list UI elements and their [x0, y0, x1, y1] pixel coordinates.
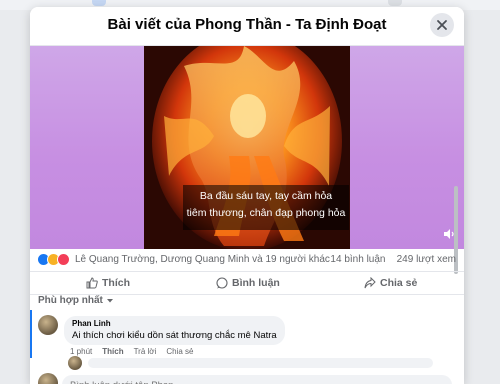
comment-icon: [216, 277, 228, 289]
reactors-text[interactable]: Lê Quang Trường, Dương Quang Minh và 19 …: [75, 254, 330, 265]
share-button[interactable]: Chia sẻ: [364, 274, 417, 292]
like-button[interactable]: Thích: [86, 274, 130, 292]
love-icon: [57, 253, 70, 266]
comment-label: Bình luận: [232, 277, 280, 289]
reply-bubble: [88, 358, 433, 368]
thread-highlight: [30, 310, 32, 358]
modal-title: Bài viết của Phong Thần - Ta Định Đoạt: [107, 16, 387, 33]
comment-share-link[interactable]: Chia sẻ: [166, 347, 193, 356]
comment-button[interactable]: Bình luận: [216, 274, 280, 292]
comments-count[interactable]: 14 bình luận: [330, 254, 385, 265]
subtitle-line: tiêm thương, chân đạp phong hỏa: [186, 207, 346, 219]
share-label: Chia sẻ: [380, 277, 418, 289]
share-icon: [364, 277, 376, 289]
thumbs-up-icon: [86, 277, 98, 289]
comment-time[interactable]: 1 phút: [70, 347, 92, 356]
comment-meta: 1 phút Thích Trả lời Chia sẻ: [70, 347, 193, 356]
sort-label: Phù hợp nhất: [38, 295, 103, 306]
views-count: 249 lượt xem: [396, 254, 456, 265]
subtitle-line: Ba đầu sáu tay, tay cầm hỏa: [199, 190, 333, 202]
video-subtitle: Ba đầu sáu tay, tay cầm hỏa tiêm thương,…: [183, 185, 349, 230]
sort-dropdown[interactable]: Phù hợp nhất: [38, 295, 114, 306]
like-label: Thích: [102, 277, 130, 289]
comment-author[interactable]: Phan Linh: [72, 319, 277, 328]
avatar: [38, 373, 58, 384]
comment-bubble: Phan Linh Ai thích chơi kiểu dồn sát thư…: [64, 316, 285, 345]
avatar[interactable]: [68, 356, 82, 370]
comment-text: Ai thích chơi kiểu dồn sát thương chắc m…: [72, 330, 277, 341]
video-player[interactable]: Ba đầu sáu tay, tay cầm hỏa tiêm thương,…: [30, 46, 464, 274]
modal-header: Bài viết của Phong Thần - Ta Định Đoạt: [30, 7, 464, 46]
comment-like-link[interactable]: Thích: [102, 347, 123, 356]
avatar[interactable]: [38, 315, 58, 335]
comment-input-row: [30, 373, 464, 384]
chevron-down-icon: [106, 298, 113, 302]
close-icon: [437, 20, 447, 30]
close-button[interactable]: [430, 13, 454, 37]
action-bar: Thích Bình luận Chia sẻ: [30, 271, 464, 295]
reaction-stats: Lê Quang Trường, Dương Quang Minh và 19 …: [30, 249, 464, 271]
reply-preview: [68, 356, 464, 370]
video-frame[interactable]: Ba đầu sáu tay, tay cầm hỏa tiêm thương,…: [144, 46, 350, 249]
comment-reply-link[interactable]: Trả lời: [134, 347, 157, 356]
background-nav-icon: [92, 0, 106, 6]
comment-input[interactable]: [62, 375, 452, 384]
counts: 14 bình luận 249 lượt xem: [330, 254, 456, 265]
post-modal: Bài viết của Phong Thần - Ta Định Đoạt B…: [30, 7, 464, 384]
background-nav-icon: [388, 0, 402, 6]
